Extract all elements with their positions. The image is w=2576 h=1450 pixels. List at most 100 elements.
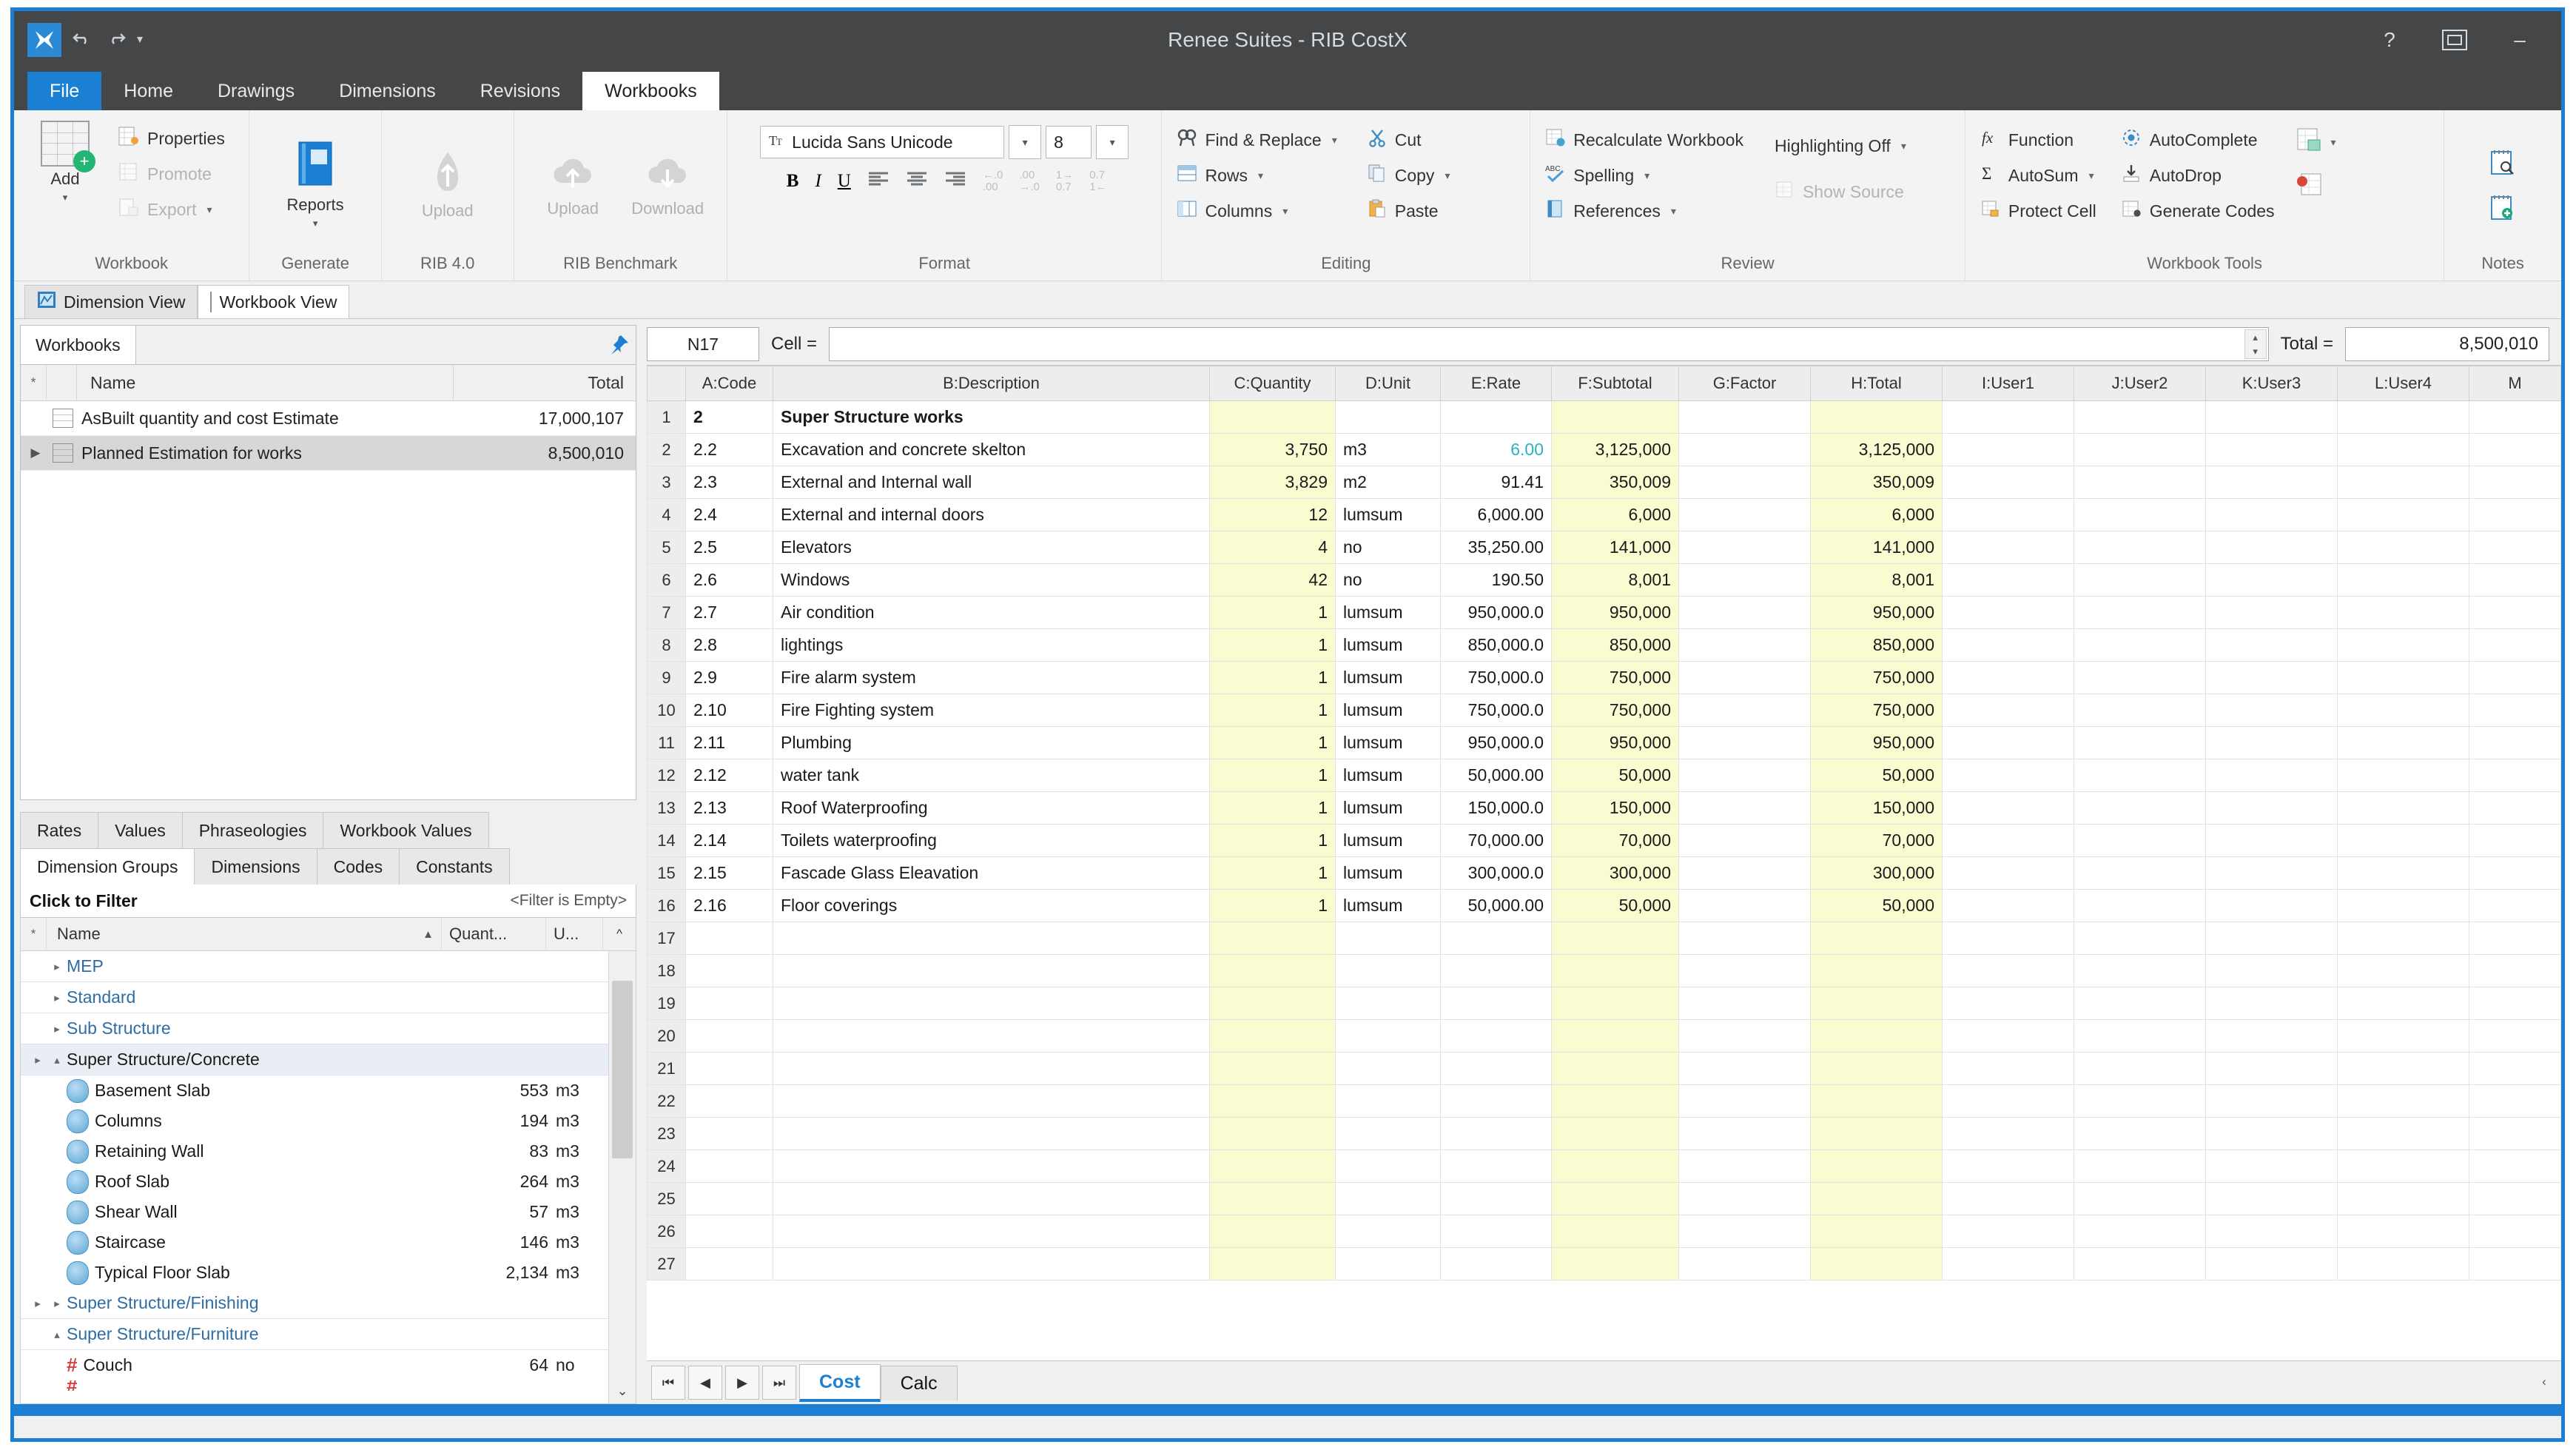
cell-user4[interactable] — [2337, 661, 2469, 694]
cell-user4[interactable] — [2337, 1052, 2469, 1085]
cell-subtotal[interactable] — [1551, 954, 1679, 987]
cell-user2[interactable] — [2074, 922, 2206, 955]
cell-user2[interactable] — [2074, 1215, 2206, 1248]
cell-user4[interactable] — [2337, 1215, 2469, 1248]
cell-m[interactable] — [2469, 661, 2561, 694]
cell-unit[interactable]: lumsum — [1335, 856, 1441, 890]
cell-factor[interactable] — [1678, 628, 1811, 662]
cell-user4[interactable] — [2337, 1149, 2469, 1183]
cell-m[interactable] — [2469, 466, 2561, 499]
cell-user1[interactable] — [1942, 498, 2074, 531]
cell-total[interactable] — [1810, 1215, 1943, 1248]
cell-factor[interactable] — [1678, 889, 1811, 922]
cell-unit[interactable] — [1335, 400, 1441, 434]
row-header[interactable]: 20 — [647, 1019, 686, 1053]
cell-subtotal[interactable] — [1551, 1084, 1679, 1118]
row-header[interactable]: 1 — [647, 400, 686, 434]
cell-user4[interactable] — [2337, 596, 2469, 629]
formula-expand-spinner[interactable]: ▴ ▾ — [2244, 329, 2267, 359]
tree-expander-icon[interactable]: ▸ — [47, 1022, 67, 1036]
cell-code[interactable]: 2.2 — [685, 433, 773, 466]
workbook-row-planned[interactable]: ▶ Planned Estimation for works 8,500,010 — [21, 436, 636, 471]
cell-total[interactable] — [1810, 1084, 1943, 1118]
generate-codes-button[interactable]: Generate Codes — [2117, 193, 2279, 229]
function-button[interactable]: fx Function — [1976, 122, 2101, 158]
col-header-k[interactable]: K:User3 — [2205, 366, 2338, 401]
cell-quantity[interactable] — [1209, 1019, 1336, 1053]
tree-item-staircase[interactable]: Staircase 146 m3 — [21, 1227, 609, 1258]
cell-rate[interactable]: 6,000.00 — [1440, 498, 1552, 531]
workbook-properties-button[interactable]: Properties — [113, 121, 229, 156]
tree-vertical-scrollbar[interactable]: ⌄ — [608, 951, 636, 1403]
cell-user2[interactable] — [2074, 856, 2206, 890]
cell-total[interactable] — [1810, 987, 1943, 1020]
cell-total[interactable]: 750,000 — [1810, 694, 1943, 727]
cell-unit[interactable]: lumsum — [1335, 628, 1441, 662]
cell-unit[interactable]: lumsum — [1335, 791, 1441, 825]
align-right-icon[interactable] — [944, 170, 966, 192]
cell-unit[interactable] — [1335, 922, 1441, 955]
row-header[interactable]: 18 — [647, 954, 686, 987]
cell-code[interactable] — [685, 1215, 773, 1248]
cell-m[interactable] — [2469, 726, 2561, 759]
cell-user4[interactable] — [2337, 987, 2469, 1020]
paste-button[interactable]: Paste — [1362, 193, 1455, 229]
cell-user3[interactable] — [2205, 498, 2338, 531]
cell-unit[interactable]: m3 — [1335, 433, 1441, 466]
cell-description[interactable] — [773, 1149, 1210, 1183]
cell-total[interactable] — [1810, 1117, 1943, 1150]
sheet-row[interactable]: 22 — [647, 1084, 2561, 1118]
cell-code[interactable]: 2.14 — [685, 824, 773, 857]
cell-formula-input[interactable]: ▴ ▾ — [829, 327, 2269, 361]
cell-subtotal[interactable]: 850,000 — [1551, 628, 1679, 662]
cell-user4[interactable] — [2337, 889, 2469, 922]
cell-code[interactable] — [685, 1182, 773, 1215]
cell-rate[interactable] — [1440, 1149, 1552, 1183]
cell-rate[interactable] — [1440, 1019, 1552, 1053]
cell-total[interactable]: 50,000 — [1810, 759, 1943, 792]
cell-user1[interactable] — [1942, 596, 2074, 629]
cell-subtotal[interactable] — [1551, 1019, 1679, 1053]
cell-user3[interactable] — [2205, 1019, 2338, 1053]
cell-factor[interactable] — [1678, 1019, 1811, 1053]
sheet-row[interactable]: 11 2.11 Plumbing 1 lumsum 950,000.0 950,000 950… — [647, 726, 2561, 759]
cell-total[interactable]: 50,000 — [1810, 889, 1943, 922]
cell-user2[interactable] — [2074, 1247, 2206, 1281]
cell-user1[interactable] — [1942, 1215, 2074, 1248]
underline-button[interactable]: U — [838, 171, 851, 192]
cell-reference-box[interactable]: N17 — [647, 327, 759, 361]
sheet-row[interactable]: 14 2.14 Toilets waterproofing 1 lumsum 70,000… — [647, 824, 2561, 857]
col-header-m[interactable]: M — [2469, 366, 2561, 401]
autosum-button[interactable]: Σ AutoSum ▾ — [1976, 158, 2101, 193]
cell-user4[interactable] — [2337, 954, 2469, 987]
cell-total[interactable] — [1810, 954, 1943, 987]
cell-user4[interactable] — [2337, 531, 2469, 564]
cell-description[interactable]: Roof Waterproofing — [773, 791, 1210, 825]
autosum-dropdown-icon[interactable]: ▾ — [2088, 169, 2094, 182]
copy-dropdown-icon[interactable]: ▾ — [1445, 169, 1450, 182]
cell-total[interactable] — [1810, 1182, 1943, 1215]
autodrop-button[interactable]: AutoDrop — [2117, 158, 2279, 193]
tree-group-super-structure-finishing[interactable]: ▸ ▸ Super Structure/Finishing — [21, 1288, 609, 1319]
tree-scroll-down-icon[interactable]: ⌄ — [609, 1378, 636, 1403]
cell-code[interactable] — [685, 1247, 773, 1281]
cell-unit[interactable] — [1335, 1215, 1441, 1248]
cell-rate[interactable]: 35,250.00 — [1440, 531, 1552, 564]
cell-rate[interactable]: 190.50 — [1440, 563, 1552, 597]
cell-unit[interactable]: lumsum — [1335, 824, 1441, 857]
cell-user4[interactable] — [2337, 1117, 2469, 1150]
tab-phraseologies[interactable]: Phraseologies — [181, 812, 324, 848]
align-left-icon[interactable] — [867, 170, 890, 192]
cell-subtotal[interactable]: 750,000 — [1551, 694, 1679, 727]
cell-user1[interactable] — [1942, 563, 2074, 597]
tree-group-super-structure-concrete[interactable]: ▸ ▴ Super Structure/Concrete — [21, 1044, 609, 1075]
tree-group-standard[interactable]: ▸ Standard — [21, 982, 609, 1013]
cell-total[interactable]: 950,000 — [1810, 726, 1943, 759]
cell-rate[interactable]: 750,000.0 — [1440, 694, 1552, 727]
tree-expander-icon[interactable]: ▸ — [47, 1297, 67, 1310]
row-header[interactable]: 4 — [647, 498, 686, 531]
cell-code[interactable]: 2.5 — [685, 531, 773, 564]
tree-expander-icon[interactable]: ▴ — [47, 1328, 67, 1341]
cell-total[interactable]: 141,000 — [1810, 531, 1943, 564]
ribbon-tab-file[interactable]: File — [27, 72, 102, 110]
